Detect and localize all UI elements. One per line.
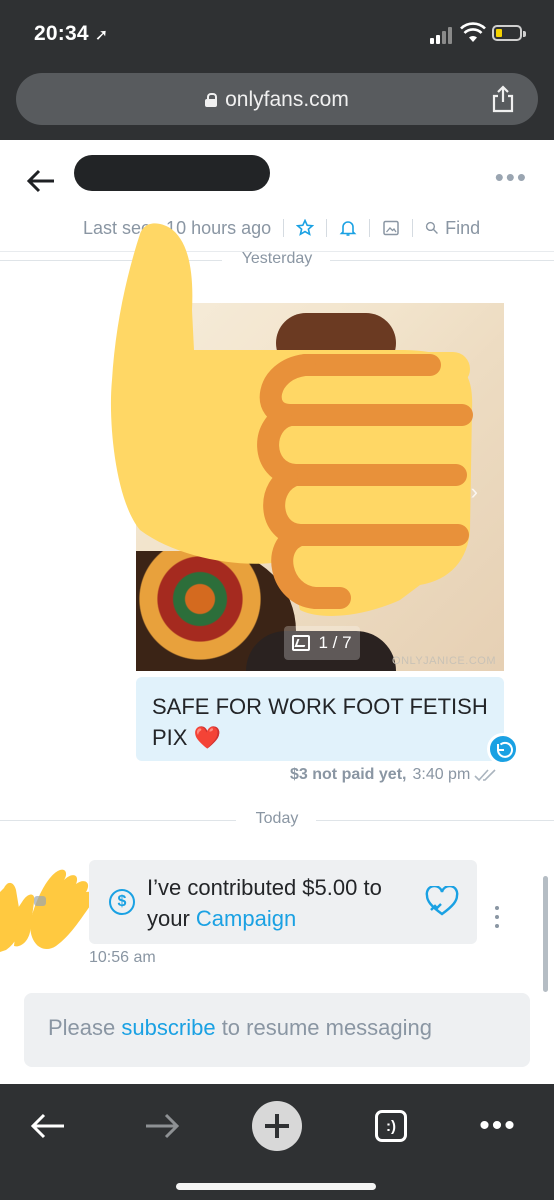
- incoming-message-bubble[interactable]: $ I’ve contributed $5.00 to your Campaig…: [89, 860, 477, 944]
- chat-header: ••• Last seen 10 hours ago Find: [0, 140, 554, 252]
- tabs-icon: :): [375, 1110, 407, 1142]
- search-icon: [425, 221, 439, 234]
- url-text: onlyfans.com: [225, 88, 349, 111]
- status-bar: 20:34 ➚: [0, 0, 554, 66]
- share-icon[interactable]: [490, 85, 516, 113]
- outgoing-message-bubble[interactable]: SAFE FOR WORK FOOT FETISH PIX ❤️: [136, 677, 504, 761]
- chevron-right-icon[interactable]: ›: [471, 479, 478, 505]
- status-time: 20:34 ➚: [34, 22, 108, 46]
- subscribe-suffix: to resume messaging: [221, 1015, 433, 1040]
- campaign-link[interactable]: Campaign: [196, 906, 296, 931]
- bell-icon[interactable]: [339, 219, 357, 237]
- day-label: Yesterday: [241, 250, 313, 267]
- plus-icon: [265, 1114, 289, 1138]
- image-icon: [292, 635, 311, 651]
- new-tab-button[interactable]: [249, 1096, 305, 1156]
- forward-arrow-icon: [146, 1113, 180, 1139]
- image-icon[interactable]: [382, 219, 400, 237]
- chat-meta-row: Last seen 10 hours ago Find: [83, 216, 480, 240]
- more-horizontal-icon: •••: [479, 1109, 517, 1142]
- photo-counter-text: 1 / 7: [318, 633, 352, 652]
- find-label: Find: [445, 217, 481, 238]
- browser-back-button[interactable]: [20, 1096, 76, 1156]
- reply-icon[interactable]: [487, 733, 519, 765]
- contribution-text: I’ve contributed $5.00 to your Campaign: [147, 872, 417, 934]
- browser-toolbar: onlyfans.com: [0, 66, 554, 140]
- photo-message[interactable]: › ONLYJANICE.COM: [136, 303, 504, 671]
- back-arrow-icon: [30, 1113, 64, 1139]
- browser-bottom-toolbar: :) •••: [0, 1084, 554, 1200]
- photo-watermark: ONLYJANICE.COM: [392, 655, 496, 667]
- photo-counter: 1 / 7: [284, 626, 360, 660]
- raised-hands-emoji-icon: [0, 869, 95, 952]
- price-status: $3 not paid yet,: [290, 766, 407, 783]
- lock-icon: [205, 93, 218, 107]
- back-arrow-icon[interactable]: [24, 166, 58, 196]
- url-display[interactable]: onlyfans.com: [16, 88, 538, 112]
- scrollbar[interactable]: [543, 876, 548, 992]
- day-label: Today: [255, 810, 299, 827]
- subscribe-prefix: Please: [48, 1015, 116, 1040]
- message-options-icon[interactable]: [494, 906, 500, 928]
- outgoing-message-meta: $3 not paid yet, 3:40 pm: [290, 765, 500, 785]
- day-divider-yesterday: Yesterday: [0, 250, 554, 270]
- home-indicator[interactable]: [176, 1183, 376, 1190]
- browser-menu-button[interactable]: •••: [470, 1096, 526, 1156]
- redacted-username: [74, 155, 270, 191]
- wifi-icon: [460, 22, 486, 42]
- star-icon[interactable]: [296, 219, 315, 237]
- more-horizontal-icon[interactable]: •••: [495, 164, 528, 190]
- battery-icon: [492, 25, 526, 41]
- tab-switcher-button[interactable]: :): [363, 1096, 419, 1156]
- subscribe-link[interactable]: subscribe: [121, 1015, 215, 1040]
- incoming-message-time: 10:56 am: [89, 949, 156, 966]
- day-divider-today: Today: [0, 810, 554, 830]
- subscribe-prompt: Please subscribe to resume messaging: [24, 993, 530, 1067]
- double-check-icon: [474, 769, 496, 782]
- find-button[interactable]: Find: [425, 218, 480, 239]
- dollar-circle-icon: $: [109, 889, 135, 915]
- location-arrow-icon: ➚: [94, 27, 109, 44]
- cellular-signal-icon: [430, 26, 456, 44]
- red-heart-emoji-icon: ❤️: [193, 725, 221, 750]
- browser-forward-button[interactable]: [134, 1096, 190, 1156]
- message-time: 3:40 pm: [412, 766, 471, 783]
- last-seen-text: Last seen 10 hours ago: [83, 217, 272, 238]
- address-bar[interactable]: onlyfans.com: [16, 73, 538, 125]
- clock-text: 20:34: [34, 22, 89, 45]
- heart-outline-icon[interactable]: [425, 886, 459, 918]
